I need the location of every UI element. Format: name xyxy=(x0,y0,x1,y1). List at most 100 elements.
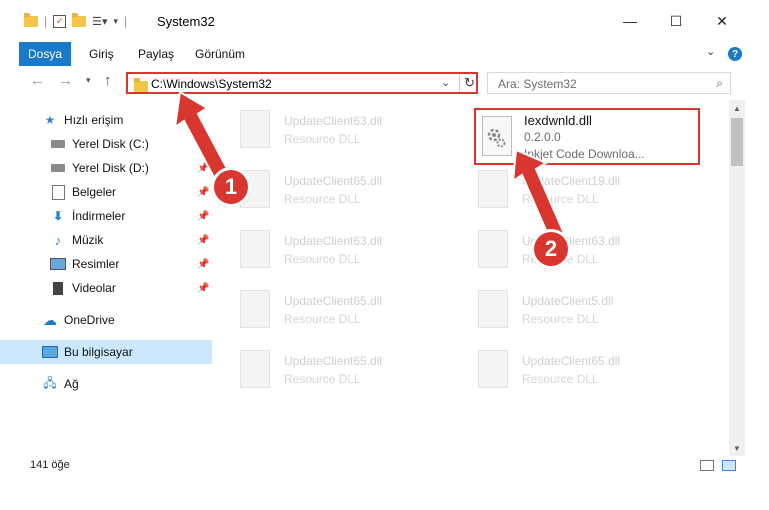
list-item[interactable]: UpdateClient65.dll Resource DLL xyxy=(222,344,450,396)
up-arrow-icon[interactable]: ↑ xyxy=(104,72,112,89)
file-type: Resource DLL xyxy=(284,192,361,206)
drive-icon xyxy=(50,161,66,175)
step-1-badge: 1 xyxy=(214,170,248,204)
new-folder-icon[interactable] xyxy=(72,12,87,27)
dll-file-icon xyxy=(478,350,508,388)
ribbon-expand-icon[interactable]: ⌄ xyxy=(706,45,715,58)
sidebar-item-onedrive[interactable]: ☁ OneDrive xyxy=(0,308,212,332)
sidebar-item-videos[interactable]: Videolar 📌 xyxy=(0,276,212,300)
pin-icon[interactable]: 📌 xyxy=(197,283,209,294)
item-count: 141 öğe xyxy=(30,459,70,471)
file-description: Inkjet Code Downloa... xyxy=(524,147,645,161)
maximize-button[interactable]: ☐ xyxy=(662,10,690,32)
file-name: UpdateClient63.dll xyxy=(284,114,383,128)
sidebar-item-label: Ağ xyxy=(64,377,79,391)
explorer-window: | ✓ ☰▾ ▾ | System32 — ☐ ✕ Dosya Giriş Pa… xyxy=(0,0,769,510)
tab-share[interactable]: Paylaş xyxy=(138,47,174,61)
list-item[interactable]: UpdateClient65.dll Resource DLL xyxy=(460,344,688,396)
file-name: UpdateClient19.dll xyxy=(522,174,621,188)
list-item[interactable]: UpdateClient63.dll Resource DLL xyxy=(222,104,450,156)
tab-file[interactable]: Dosya xyxy=(19,42,71,66)
sidebar-item-music[interactable]: ♪ Müzik 📌 xyxy=(0,228,212,252)
file-name: Iexdwnld.dll xyxy=(524,113,592,128)
sidebar-item-downloads[interactable]: ⬇ İndirmeler 📌 xyxy=(0,204,212,228)
file-type: Resource DLL xyxy=(284,372,361,386)
search-input[interactable]: Ara: System32 ⌕ xyxy=(487,72,731,94)
properties-icon[interactable]: ✓ xyxy=(53,14,67,28)
file-name: UpdateClient65.dll xyxy=(284,354,383,368)
pin-icon[interactable]: 📌 xyxy=(197,163,209,174)
sidebar-item-this-pc[interactable]: Bu bilgisayar xyxy=(0,340,212,364)
title-bar: | ✓ ☰▾ ▾ | System32 — ☐ ✕ xyxy=(0,0,769,42)
quick-access-toolbar: | ✓ ☰▾ ▾ | xyxy=(24,12,127,28)
list-item[interactable]: UpdateClient63.dll Resource DLL xyxy=(222,224,450,276)
forward-arrow-icon[interactable]: → xyxy=(58,72,73,89)
sidebar-item-quick-access[interactable]: ★ Hızlı erişim xyxy=(0,108,212,132)
minimize-button[interactable]: — xyxy=(616,10,644,32)
address-path[interactable]: C:\Windows\System32 xyxy=(151,77,272,91)
scroll-down-icon[interactable]: ▼ xyxy=(729,440,745,456)
back-arrow-icon[interactable]: ← xyxy=(30,72,45,89)
dll-file-icon xyxy=(478,290,508,328)
sidebar-item-label: Yerel Disk (D:) xyxy=(72,161,149,175)
refresh-icon[interactable]: ↻ xyxy=(459,74,479,92)
sidebar-item-network[interactable]: 🖧 Ağ xyxy=(0,372,212,396)
dll-file-icon xyxy=(240,230,270,268)
search-icon[interactable]: ⌕ xyxy=(716,76,723,91)
sidebar-item-label: OneDrive xyxy=(64,313,115,327)
help-icon[interactable]: ? xyxy=(728,47,742,61)
list-item[interactable]: UpdateClient63.dll Resource DLL xyxy=(460,224,688,276)
address-bar[interactable]: C:\Windows\System32 ⌄ ↻ xyxy=(126,72,478,94)
qat-dropdown-icon[interactable]: ▾ xyxy=(114,16,119,27)
sidebar-item-label: Videolar xyxy=(72,281,116,295)
list-item[interactable]: UpdateClient5.dll Resource DLL xyxy=(460,284,688,336)
sidebar-item-label: Hızlı erişim xyxy=(64,113,124,127)
pin-icon[interactable]: 📌 xyxy=(197,211,209,222)
network-icon: 🖧 xyxy=(43,375,57,390)
step-2-badge: 2 xyxy=(534,232,568,266)
recent-locations-icon[interactable]: ▾ xyxy=(86,75,91,86)
search-placeholder: Ara: System32 xyxy=(498,77,577,91)
sidebar-item-documents[interactable]: Belgeler 📌 xyxy=(0,180,212,204)
list-item[interactable]: UpdateClient19.dll Resource DLL xyxy=(460,164,688,216)
documents-icon xyxy=(50,184,66,200)
sidebar-item-label: Resimler xyxy=(72,257,120,271)
customize-icon[interactable]: ☰▾ xyxy=(92,15,107,28)
pin-icon[interactable]: 📌 xyxy=(197,235,209,246)
target-file-tile[interactable]: Iexdwnld.dll 0.2.0.0 Inkjet Code Downloa… xyxy=(474,108,700,165)
file-type: Resource DLL xyxy=(522,192,599,206)
cloud-icon: ☁ xyxy=(43,311,57,328)
star-icon: ★ xyxy=(44,113,56,127)
scroll-up-icon[interactable]: ▲ xyxy=(729,100,745,116)
dll-file-icon xyxy=(482,116,512,156)
sidebar-item-local-disk-d[interactable]: Yerel Disk (D:) 📌 xyxy=(0,156,212,180)
dll-file-icon xyxy=(478,170,508,208)
file-version: 0.2.0.0 xyxy=(524,130,561,144)
close-button[interactable]: ✕ xyxy=(708,10,736,32)
file-type: Resource DLL xyxy=(522,372,599,386)
list-item[interactable]: UpdateClient65.dll Resource DLL xyxy=(222,284,450,336)
chevron-down-icon[interactable]: ⌄ xyxy=(441,76,450,89)
pin-icon[interactable]: 📌 xyxy=(197,259,209,270)
folder-icon[interactable] xyxy=(24,12,38,27)
file-name: UpdateClient5.dll xyxy=(522,294,614,308)
tab-view[interactable]: Görünüm xyxy=(195,47,245,61)
scroll-thumb[interactable] xyxy=(731,118,743,166)
sidebar-item-label: Belgeler xyxy=(72,185,117,199)
list-item[interactable]: UpdateClient65.dll Resource DLL xyxy=(222,164,450,216)
pin-icon[interactable]: 📌 xyxy=(197,139,209,150)
details-view-icon[interactable] xyxy=(700,460,714,471)
folder-icon xyxy=(134,78,148,92)
navigation-pane: ★ Hızlı erişim Yerel Disk (C:) 📌 Yerel D… xyxy=(0,100,212,452)
sidebar-item-pictures[interactable]: Resimler 📌 xyxy=(0,252,212,276)
file-type: Resource DLL xyxy=(522,312,599,326)
sidebar-item-label: Bu bilgisayar xyxy=(64,345,133,359)
drive-icon xyxy=(50,137,66,151)
vertical-scrollbar[interactable]: ▲ ▼ xyxy=(729,100,745,456)
pictures-icon xyxy=(50,257,66,271)
sidebar-item-local-disk-c[interactable]: Yerel Disk (C:) 📌 xyxy=(0,132,212,156)
tab-home[interactable]: Giriş xyxy=(89,47,114,61)
large-icons-view-icon[interactable] xyxy=(722,460,736,471)
pin-icon[interactable]: 📌 xyxy=(197,187,209,198)
video-icon xyxy=(50,281,66,295)
